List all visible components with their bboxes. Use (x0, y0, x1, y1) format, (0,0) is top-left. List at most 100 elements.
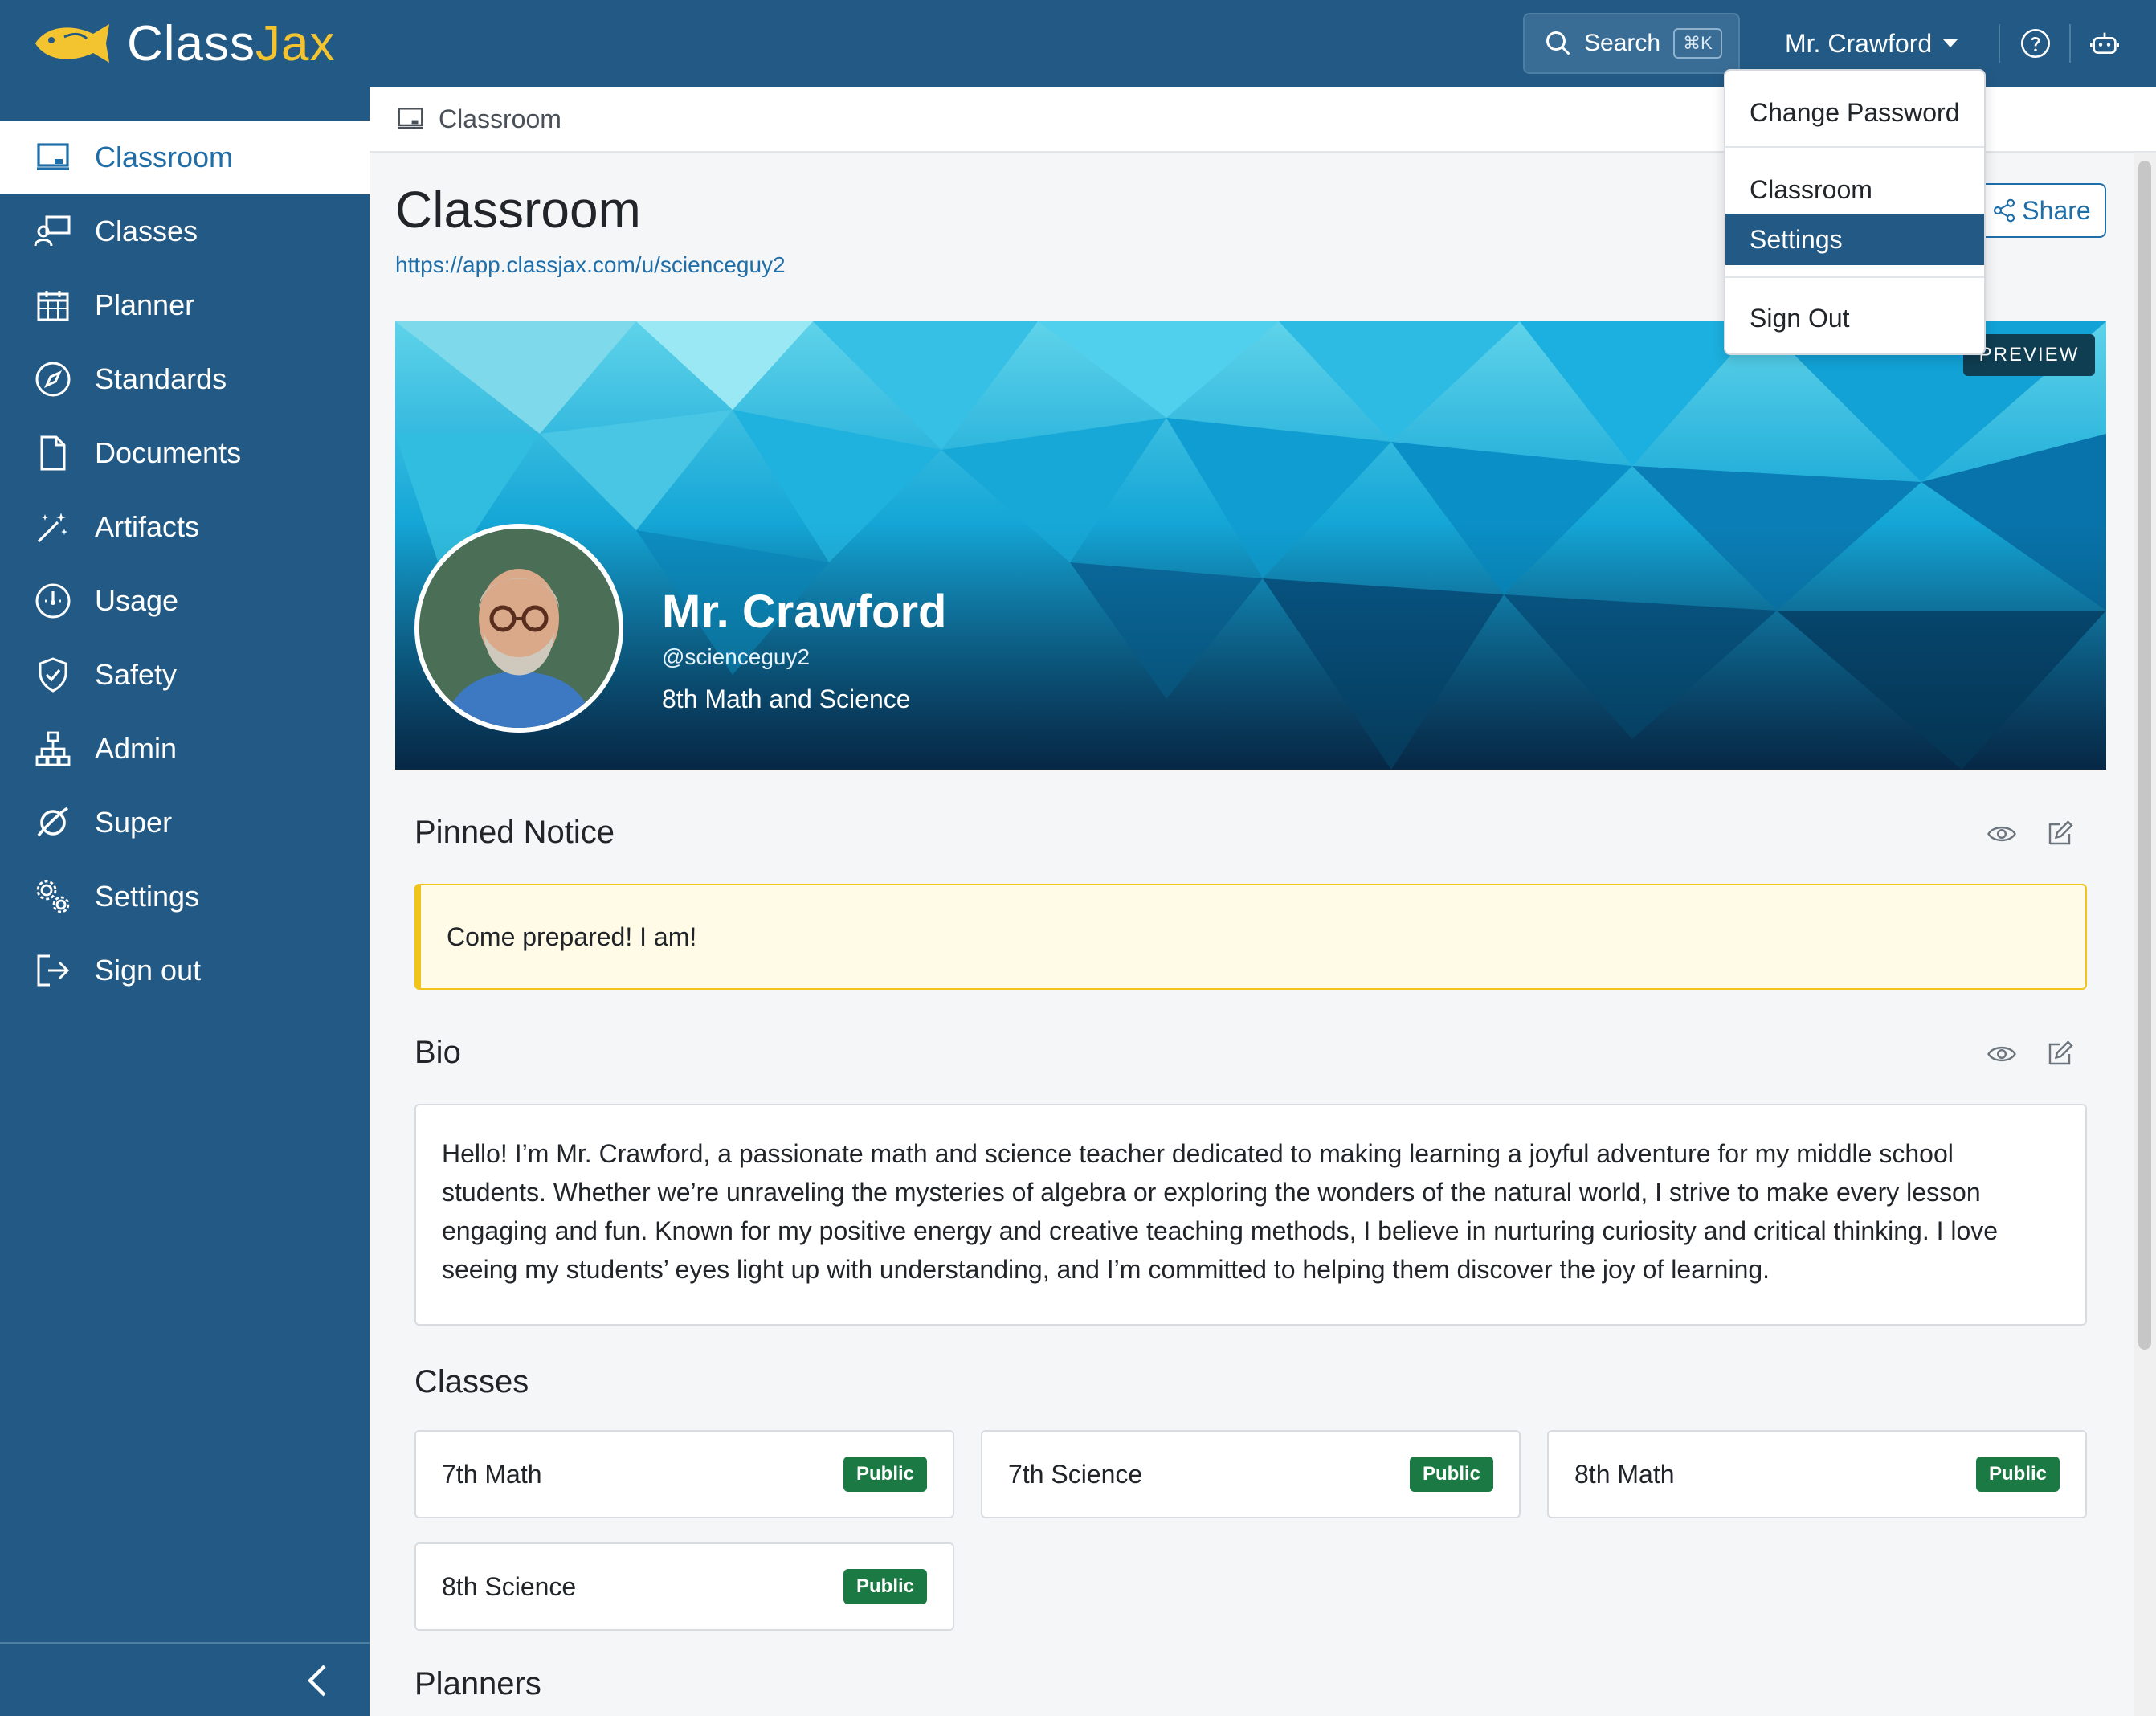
teacher-handle: @scienceguy2 (662, 644, 811, 669)
teacher-subtitle: 8th Math and Science (662, 684, 911, 713)
chevron-down-icon (1943, 39, 1958, 47)
class-card[interactable]: 8th Science Public (414, 1542, 954, 1631)
sidebar-item-planner[interactable]: Planner (0, 268, 370, 342)
sidebar-item-label: Usage (95, 584, 179, 617)
search-icon (1546, 31, 1570, 55)
public-badge: Public (843, 1457, 927, 1492)
calendar-icon (32, 284, 74, 326)
sidebar-item-super[interactable]: Super (0, 786, 370, 860)
sidebar-item-admin[interactable]: Admin (0, 712, 370, 786)
sidebar-item-label: Super (95, 806, 173, 839)
teacher-name: Mr. Crawford (662, 586, 947, 638)
scrollbar-thumb[interactable] (2138, 161, 2151, 1350)
sidebar-footer (0, 1642, 370, 1716)
breadcrumb-current: Classroom (439, 104, 561, 133)
document-icon (32, 432, 74, 474)
class-card[interactable]: 7th Science Public (981, 1430, 1521, 1518)
brand-name: ClassJax (127, 15, 336, 72)
sidebar-item-label: Planner (95, 288, 195, 321)
share-button[interactable]: Share (1976, 183, 2106, 238)
brand-logo[interactable]: ClassJax (29, 13, 336, 74)
class-name: 8th Math (1574, 1459, 1675, 1489)
profile-banner: PREVIEW Mr. Crawford @scienceguy2 8th Ma… (395, 321, 2106, 770)
classroom-icon (398, 108, 423, 129)
eye-icon[interactable] (1987, 1040, 2016, 1068)
sidebar-item-label: Classes (95, 214, 198, 247)
avatar (414, 524, 623, 733)
classroom-icon (32, 137, 74, 178)
sidebar-item-label: Safety (95, 658, 178, 691)
scrollbar[interactable] (2134, 153, 2156, 1716)
sidebar-item-label: Artifacts (95, 510, 200, 543)
user-dropdown-menu: Change Password Classroom Settings Sign … (1724, 69, 1986, 355)
sidebar-item-classes[interactable]: Classes (0, 194, 370, 268)
orbit-icon (32, 802, 74, 844)
menu-item-settings[interactable]: Settings (1725, 214, 1984, 265)
planners-title: Planners (414, 1666, 541, 1702)
menu-item-classroom[interactable]: Classroom (1725, 164, 1984, 215)
share-label: Share (2022, 195, 2091, 225)
sidebar-item-label: Settings (95, 880, 200, 913)
sidebar-item-sign-out[interactable]: Sign out (0, 934, 370, 1007)
bio-title: Bio (414, 1035, 461, 1070)
sidebar-item-label: Documents (95, 436, 242, 469)
sidebar-item-settings[interactable]: Settings (0, 860, 370, 934)
page-title: Classroom (395, 181, 641, 239)
edit-icon[interactable] (2045, 819, 2074, 848)
search-shortcut: ⌘K (1673, 28, 1722, 59)
polygon-background (395, 321, 2106, 770)
public-badge: Public (1975, 1457, 2060, 1492)
gauge-icon (32, 580, 74, 622)
robot-icon[interactable] (2089, 27, 2121, 59)
classes-title: Classes (414, 1364, 529, 1399)
chevron-left-icon[interactable] (302, 1661, 334, 1700)
pinned-notice-title: Pinned Notice (414, 815, 615, 850)
sign-out-icon (32, 950, 74, 991)
pinned-notice: Come prepared! I am! (414, 884, 2087, 990)
magic-wand-icon (32, 506, 74, 548)
divider (1999, 24, 2000, 63)
bio-card: Hello! I’m Mr. Crawford, a passionate ma… (414, 1104, 2087, 1326)
sidebar-item-classroom[interactable]: Classroom (0, 121, 370, 194)
shield-check-icon (32, 654, 74, 696)
teacher-portrait-image (419, 529, 619, 728)
bio-text: Hello! I’m Mr. Crawford, a passionate ma… (442, 1139, 1999, 1284)
search-button[interactable]: Search ⌘K (1523, 13, 1740, 74)
edit-icon[interactable] (2045, 1040, 2074, 1068)
fish-logo-icon (35, 24, 109, 63)
divider (2069, 24, 2071, 63)
sidebar-item-usage[interactable]: Usage (0, 564, 370, 638)
share-icon (1994, 198, 2015, 223)
menu-divider (1725, 276, 1984, 278)
sidebar-item-label: Classroom (95, 141, 234, 174)
sidebar-item-label: Admin (95, 732, 178, 765)
user-menu-toggle[interactable]: Mr. Crawford (1785, 21, 1958, 66)
classroom-url-link[interactable]: https://app.classjax.com/u/scienceguy2 (395, 252, 786, 278)
pinned-notice-text: Come prepared! I am! (447, 921, 697, 951)
sidebar-item-artifacts[interactable]: Artifacts (0, 490, 370, 564)
sidebar-item-documents[interactable]: Documents (0, 416, 370, 490)
compass-icon (32, 358, 74, 400)
sidebar-item-label: Standards (95, 362, 227, 395)
search-label: Search (1584, 30, 1661, 56)
sidebar-item-safety[interactable]: Safety (0, 638, 370, 712)
sidebar: Classroom Classes Planner Standards Docu… (0, 87, 370, 1716)
class-card[interactable]: 7th Math Public (414, 1430, 954, 1518)
help-icon[interactable] (2019, 27, 2052, 59)
menu-item-change-password[interactable]: Change Password (1725, 87, 1984, 138)
sidebar-item-label: Sign out (95, 954, 202, 987)
class-card[interactable]: 8th Math Public (1547, 1430, 2087, 1518)
hierarchy-icon (32, 728, 74, 770)
user-name: Mr. Crawford (1785, 28, 1933, 58)
public-badge: Public (1409, 1457, 1493, 1492)
menu-divider (1725, 146, 1984, 148)
sidebar-item-standards[interactable]: Standards (0, 342, 370, 416)
gears-icon (32, 876, 74, 917)
public-badge: Public (843, 1569, 927, 1604)
class-name: 7th Math (442, 1459, 542, 1489)
eye-icon[interactable] (1987, 819, 2016, 848)
class-name: 7th Science (1008, 1459, 1143, 1489)
class-name: 8th Science (442, 1571, 577, 1601)
classes-icon (32, 210, 74, 252)
menu-item-sign-out[interactable]: Sign Out (1725, 292, 1984, 344)
